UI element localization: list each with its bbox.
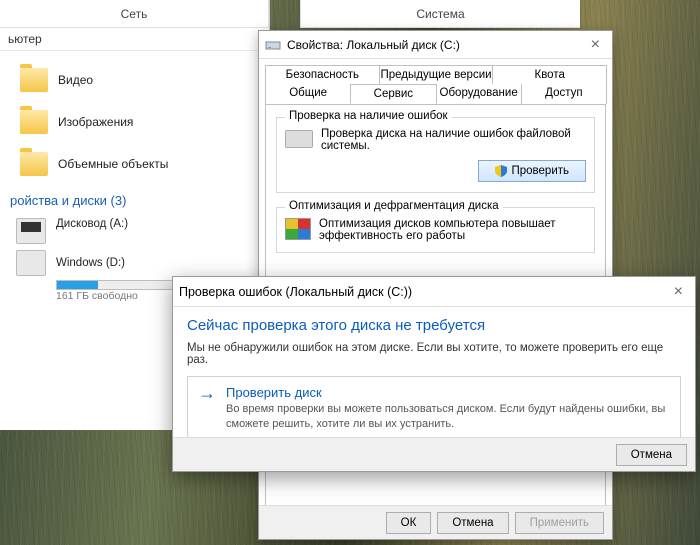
error-check-dialog: Проверка ошибок (Локальный диск (C:)) × … (172, 276, 696, 472)
breadcrumb[interactable]: ьютер (0, 28, 269, 51)
error-check-heading: Сейчас проверка этого диска не требуется (187, 317, 681, 334)
tab-tools[interactable]: Сервис (350, 84, 436, 104)
section-header-drives[interactable]: ройства и диски (3) (6, 185, 263, 214)
tab-general[interactable]: Общие (265, 84, 351, 104)
ribbon-tab-network[interactable]: Сеть (0, 0, 269, 27)
scan-drive-title: Проверить диск (226, 385, 670, 400)
scan-drive-desc: Во время проверки вы можете пользоваться… (226, 402, 670, 432)
hdd-icon (16, 250, 46, 276)
folder-icon (20, 68, 48, 92)
tab-quota[interactable]: Квота (492, 65, 607, 84)
drive-icon (265, 37, 281, 53)
group-error-check: Проверка на наличие ошибок Проверка диск… (276, 117, 595, 193)
explorer-ribbon-tabs: Сеть (0, 0, 269, 28)
tab-sharing[interactable]: Доступ (521, 84, 607, 104)
folder-label: Видео (58, 73, 93, 87)
folder-item-3dobjects[interactable]: Объемные объекты (6, 143, 263, 185)
drive-label: Windows (D:) (56, 257, 125, 269)
properties-dialog-buttons: ОК Отмена Применить (259, 505, 612, 539)
ok-button[interactable]: ОК (386, 512, 432, 534)
close-icon[interactable]: × (668, 283, 689, 301)
error-check-paragraph: Мы не обнаружили ошибок на этом диске. Е… (187, 342, 681, 366)
error-check-body: Сейчас проверка этого диска не требуется… (173, 307, 695, 441)
properties-titlebar[interactable]: Свойства: Локальный диск (C:) × (259, 31, 612, 59)
folder-icon (20, 152, 48, 176)
scan-drive-action[interactable]: → Проверить диск Во время проверки вы мо… (187, 376, 681, 441)
group-title: Проверка на наличие ошибок (285, 110, 452, 122)
properties-title: Свойства: Локальный диск (C:) (287, 38, 460, 52)
shield-icon (495, 165, 507, 177)
disk-icon (285, 130, 313, 148)
tab-security[interactable]: Безопасность (265, 65, 380, 84)
group-title: Оптимизация и дефрагментация диска (285, 200, 503, 212)
tab-hardware[interactable]: Оборудование (436, 84, 522, 104)
ribbon-tab-system[interactable]: Система (300, 0, 580, 28)
apply-button[interactable]: Применить (515, 512, 604, 534)
group-defrag: Оптимизация и дефрагментация диска Оптим… (276, 207, 595, 253)
tab-previous-versions[interactable]: Предыдущие версии (379, 65, 494, 84)
group-text: Оптимизация дисков компьютера повышает э… (319, 218, 586, 242)
error-check-titlebar[interactable]: Проверка ошибок (Локальный диск (C:)) × (173, 277, 695, 307)
arrow-right-icon: → (198, 385, 216, 401)
cancel-button[interactable]: Отмена (437, 512, 508, 534)
defrag-icon (285, 218, 311, 240)
drive-floppy[interactable]: Дисковод (A:) (16, 218, 259, 244)
error-check-title: Проверка ошибок (Локальный диск (C:)) (179, 285, 412, 299)
drive-label: Дисковод (A:) (56, 218, 128, 230)
error-check-dialog-buttons: Отмена (173, 437, 695, 471)
folder-label: Изображения (58, 115, 133, 129)
cancel-button[interactable]: Отмена (616, 444, 687, 466)
check-button-label: Проверить (511, 165, 569, 177)
folder-icon (20, 110, 48, 134)
group-text: Проверка диска на наличие ошибок файлово… (321, 128, 586, 152)
floppy-icon (16, 218, 46, 244)
folder-item-video[interactable]: Видео (6, 59, 263, 101)
folder-item-images[interactable]: Изображения (6, 101, 263, 143)
check-button[interactable]: Проверить (478, 160, 586, 182)
close-icon[interactable]: × (585, 36, 606, 54)
properties-tabs: Безопасность Предыдущие версии Квота Общ… (259, 59, 612, 104)
folder-label: Объемные объекты (58, 157, 168, 171)
